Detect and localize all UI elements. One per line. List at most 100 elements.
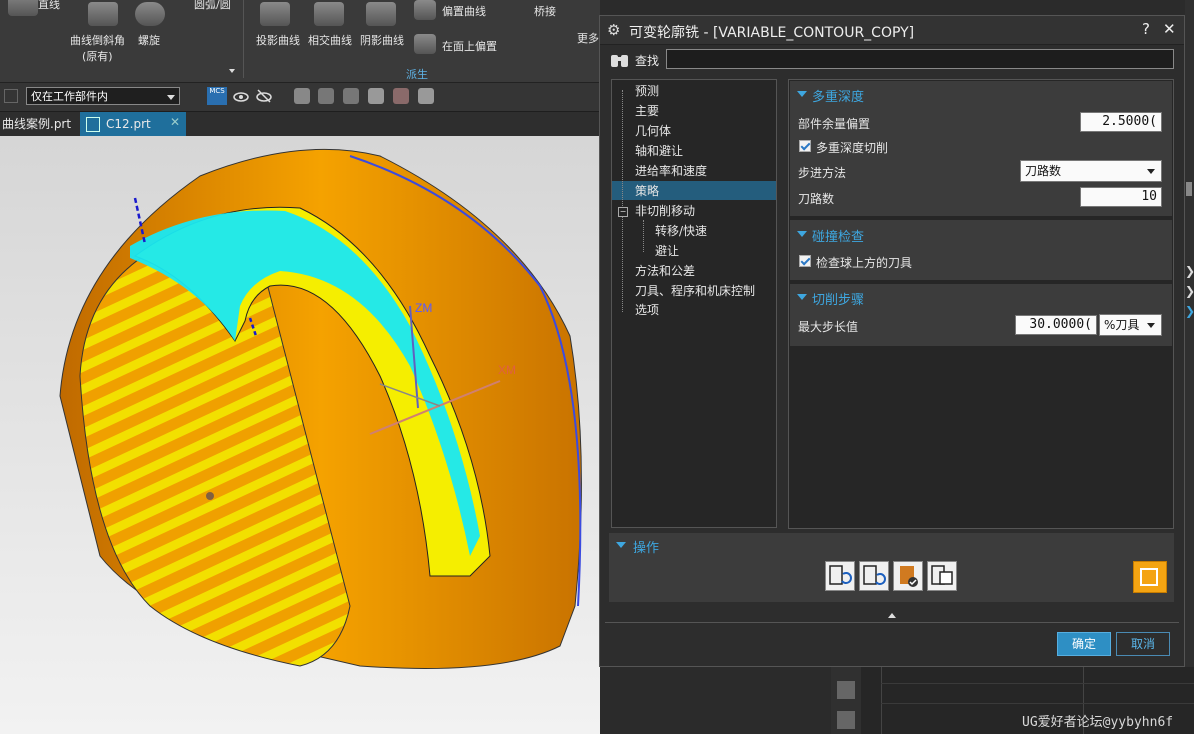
find-input[interactable] — [666, 49, 1174, 69]
tool-icon-3[interactable] — [343, 88, 359, 104]
tool-icon-6[interactable] — [418, 88, 434, 104]
step-method-dropdown[interactable]: 刀路数 — [1020, 160, 1162, 182]
replay-icon — [863, 565, 886, 585]
tree-item-main[interactable]: 主要 — [635, 101, 659, 121]
ribbon-project-label[interactable]: 投影曲线 — [256, 32, 300, 48]
max-step-input[interactable]: 30.0000( — [1015, 315, 1097, 335]
tree-item-options[interactable]: 选项 — [635, 300, 659, 320]
tab-curve-case[interactable]: 曲线案例.prt — [0, 114, 77, 134]
part-stock-offset-input[interactable]: 2.5000( — [1080, 112, 1162, 132]
tool-icon-1[interactable] — [294, 88, 310, 104]
chevron-right-icon[interactable]: ❯ — [1185, 284, 1194, 298]
ribbon: 直线 圆弧/圆 曲线倒斜角 (原有) 螺旋 投影曲线 相交曲线 阴影曲线 偏置曲… — [0, 0, 600, 83]
show-eye-icon[interactable] — [233, 88, 249, 104]
section-multi-depth-title[interactable]: 多重深度 — [812, 86, 864, 105]
dialog-title-bar[interactable]: ⚙ 可变轮廓铣 - [VARIABLE_CONTOUR_COPY] ? ✕ — [600, 16, 1184, 45]
intersect-curve-icon[interactable] — [314, 2, 344, 26]
binoculars-icon — [609, 50, 629, 68]
multi-depth-label: 多重深度切削 — [816, 141, 889, 155]
help-button[interactable]: ? — [1142, 20, 1150, 38]
tree-item-strategy[interactable]: 策略 — [635, 181, 659, 201]
filter-icon[interactable] — [4, 89, 18, 103]
nav-icon-1[interactable] — [837, 681, 855, 699]
chevron-down-icon — [1147, 323, 1155, 328]
generate-button[interactable] — [825, 561, 855, 591]
layout-tool-button[interactable] — [1133, 561, 1167, 593]
mcs-icon[interactable]: MCS — [207, 87, 227, 105]
section-cut-step-title[interactable]: 切削步骤 — [812, 289, 864, 308]
layout-tool-icon — [1140, 568, 1158, 586]
passes-input[interactable]: 10 — [1080, 187, 1162, 207]
verify-button[interactable] — [893, 561, 923, 591]
tree-item-geometry[interactable]: 几何体 — [635, 121, 671, 141]
tree-item-preview[interactable]: 预测 — [635, 81, 659, 101]
cancel-button[interactable]: 取消 — [1116, 632, 1170, 656]
tab-c12-active[interactable]: C12.prt ✕ — [80, 112, 186, 136]
tree-item-avoidance[interactable]: 避让 — [655, 241, 679, 261]
collapse-dialog-icon[interactable] — [888, 613, 896, 618]
shadow-curve-icon[interactable] — [366, 2, 396, 26]
axis-zm-label: ZM — [415, 301, 432, 315]
tree-item-method[interactable]: 方法和公差 — [635, 261, 695, 281]
ribbon-intersect-label[interactable]: 相交曲线 — [308, 32, 352, 48]
chevron-down-icon — [167, 95, 175, 100]
grid-line — [881, 667, 882, 734]
multi-depth-checkbox[interactable] — [799, 140, 811, 152]
tree-guide-line — [622, 90, 624, 312]
tree-item-tool-program[interactable]: 刀具、程序和机床控制 — [635, 281, 755, 301]
ribbon-more-label[interactable]: 更多 — [577, 30, 599, 46]
tree-item-non-cutting[interactable]: 非切削移动 — [635, 201, 695, 221]
offset-curve-icon[interactable] — [414, 0, 436, 20]
max-step-unit-dropdown[interactable]: %刀具 — [1099, 314, 1162, 336]
axis-xm-label: XM — [498, 363, 516, 377]
list-button[interactable] — [927, 561, 957, 591]
group-expand-icon[interactable] — [229, 69, 235, 73]
ribbon-offset-label[interactable]: 偏置曲线 — [442, 3, 486, 19]
ribbon-line-label[interactable]: 直线 — [38, 0, 60, 12]
gear-icon: ⚙ — [607, 21, 621, 39]
ribbon-arc-label[interactable]: 圆弧/圆 — [194, 0, 231, 12]
nav-icon-2[interactable] — [837, 711, 855, 729]
collapse-triangle-icon[interactable] — [797, 91, 807, 97]
selection-scope-value: 仅在工作部件内 — [31, 90, 108, 103]
part-file-icon — [86, 117, 100, 132]
watermark-text: UG爱好者论坛@yybyhn6f — [1022, 715, 1174, 730]
ribbon-helix-label[interactable]: 螺旋 — [138, 32, 160, 48]
helix-icon[interactable] — [135, 2, 165, 26]
chevron-right-icon[interactable]: ❯ — [1185, 264, 1194, 278]
chevron-right-icon[interactable]: ❯ — [1185, 304, 1194, 318]
offset-on-face-icon[interactable] — [414, 34, 436, 54]
section-collision-title[interactable]: 碰撞检查 — [812, 226, 864, 245]
tree-item-transfer[interactable]: 转移/快速 — [655, 221, 707, 241]
ribbon-legacy-label: (原有) — [82, 50, 113, 63]
generate-icon — [829, 565, 852, 585]
replay-button[interactable] — [859, 561, 889, 591]
tool-icon-5[interactable] — [393, 88, 409, 104]
ribbon-shadow-label[interactable]: 阴影曲线 — [360, 32, 404, 48]
collapse-triangle-icon[interactable] — [616, 542, 626, 548]
tree-item-axis[interactable]: 轴和避让 — [635, 141, 683, 161]
hide-eye-icon[interactable] — [256, 88, 272, 104]
ribbon-offset-face-label[interactable]: 在面上偏置 — [442, 38, 497, 54]
close-button[interactable]: ✕ — [1163, 20, 1176, 38]
ribbon-chamfer-label[interactable]: 曲线倒斜角 — [70, 32, 125, 48]
collapse-icon[interactable]: − — [618, 207, 628, 217]
collapse-triangle-icon[interactable] — [797, 231, 807, 237]
tree-item-feeds[interactable]: 进给率和速度 — [635, 161, 707, 181]
collapse-triangle-icon[interactable] — [797, 294, 807, 300]
project-curve-icon[interactable] — [260, 2, 290, 26]
selection-scope-dropdown[interactable]: 仅在工作部件内 — [26, 87, 180, 105]
max-step-unit-value: %刀具 — [1104, 318, 1140, 332]
tool-icon-4[interactable] — [368, 88, 384, 104]
tool-icon-2[interactable] — [318, 88, 334, 104]
graphics-viewport[interactable]: ZM XM — [0, 136, 600, 734]
tab-close-icon[interactable]: ✕ — [170, 115, 180, 129]
ok-button[interactable]: 确定 — [1057, 632, 1111, 656]
chamfer-curve-icon[interactable] — [88, 2, 118, 26]
section-operations-title[interactable]: 操作 — [633, 537, 659, 556]
line-icon[interactable] — [8, 0, 38, 16]
ribbon-bridge-label[interactable]: 桥接 — [534, 3, 556, 19]
collision-check-checkbox[interactable] — [799, 255, 811, 267]
tab-c12-label: C12.prt — [106, 117, 151, 131]
ribbon-group-derive: 派生 — [406, 68, 428, 81]
